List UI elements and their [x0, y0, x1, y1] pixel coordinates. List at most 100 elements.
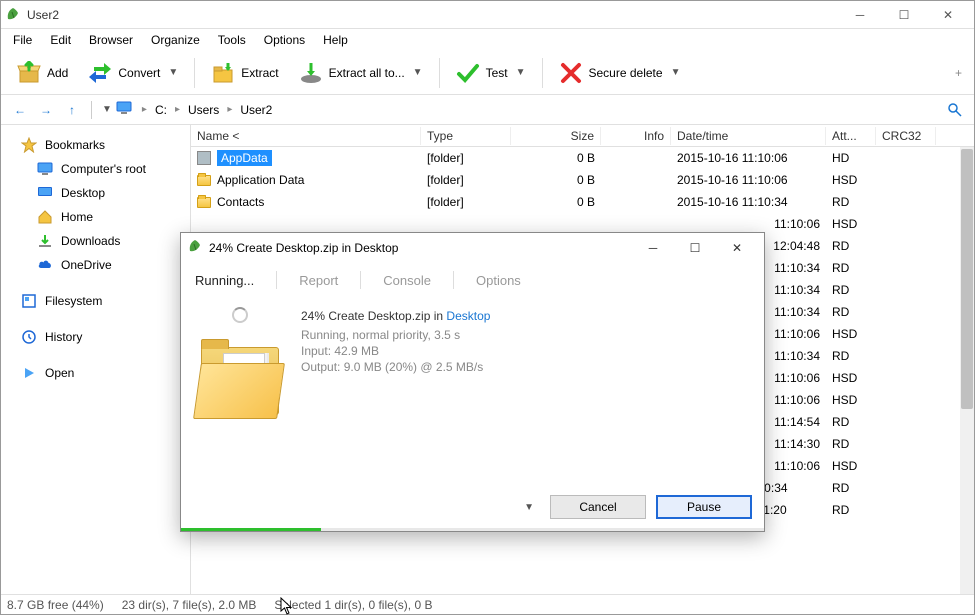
- menu-edit[interactable]: Edit: [42, 31, 79, 49]
- sidebar-filesystem-label: Filesystem: [45, 294, 102, 308]
- sidebar-filesystem[interactable]: Filesystem: [5, 289, 186, 313]
- add-button[interactable]: Add: [9, 57, 76, 89]
- search-icon[interactable]: [944, 99, 966, 121]
- dialog-output-line: Output: 9.0 MB (20%) @ 2.5 MB/s: [301, 360, 750, 374]
- file-att: HSD: [826, 457, 876, 475]
- scrollbar-thumb[interactable]: [961, 149, 973, 409]
- file-info: [601, 200, 671, 204]
- file-type: [folder]: [421, 171, 511, 189]
- convert-button[interactable]: Convert ▼: [80, 57, 186, 89]
- dialog-destination-link[interactable]: Desktop: [446, 309, 490, 323]
- chevron-down-icon[interactable]: ▼: [516, 67, 526, 78]
- file-size: 0 B: [511, 193, 601, 211]
- file-att: RD: [826, 501, 876, 519]
- computer-icon[interactable]: [116, 100, 132, 119]
- menu-file[interactable]: File: [5, 31, 40, 49]
- file-crc: [876, 266, 936, 270]
- breadcrumb-user[interactable]: User2: [236, 101, 276, 119]
- breadcrumb-users[interactable]: Users: [184, 101, 223, 119]
- file-crc: [876, 464, 936, 468]
- breadcrumb[interactable]: ▸ C: ▸ Users ▸ User2: [136, 101, 940, 119]
- menu-browser[interactable]: Browser: [81, 31, 141, 49]
- toolbar: Add Convert ▼ Extract Extract all to... …: [1, 51, 974, 95]
- table-row[interactable]: AppData[folder]0 B2015-10-16 11:10:06HD: [191, 147, 974, 169]
- dialog-tab-console[interactable]: Console: [383, 273, 431, 288]
- forward-button[interactable]: →: [35, 99, 57, 121]
- dialog-title: 24% Create Desktop.zip in Desktop: [209, 241, 398, 255]
- file-att: RD: [826, 193, 876, 211]
- sidebar-onedrive[interactable]: OneDrive: [5, 253, 186, 277]
- box-open-icon: [17, 61, 41, 85]
- file-att: RD: [826, 259, 876, 277]
- window-title: User2: [27, 8, 838, 22]
- col-crc[interactable]: CRC32: [876, 127, 936, 145]
- computer-icon: [37, 161, 53, 177]
- chevron-down-icon[interactable]: ▼: [413, 67, 423, 78]
- col-date[interactable]: Date/time: [671, 127, 826, 145]
- table-row[interactable]: Contacts[folder]0 B2015-10-16 11:10:34RD: [191, 191, 974, 213]
- back-button[interactable]: ←: [9, 99, 31, 121]
- col-name[interactable]: Name <: [191, 127, 421, 145]
- dialog-more-icon[interactable]: ▼: [524, 502, 534, 513]
- file-date: 2015-10-16 11:10:06: [671, 149, 826, 167]
- sidebar-bookmarks[interactable]: Bookmarks: [5, 133, 186, 157]
- file-att: RD: [826, 479, 876, 497]
- breadcrumb-drive[interactable]: C:: [151, 101, 171, 119]
- sidebar-downloads[interactable]: Downloads: [5, 229, 186, 253]
- extract-button[interactable]: Extract: [203, 57, 286, 89]
- extract-all-button[interactable]: Extract all to... ▼: [291, 57, 431, 89]
- dialog-minimize-button[interactable]: ─: [632, 234, 674, 262]
- up-button[interactable]: ↑: [61, 99, 83, 121]
- file-att: RD: [826, 347, 876, 365]
- dialog-maximize-button[interactable]: ☐: [674, 234, 716, 262]
- file-crc: [876, 288, 936, 292]
- appdata-icon: [197, 151, 211, 165]
- col-type[interactable]: Type: [421, 127, 511, 145]
- dialog-close-button[interactable]: ✕: [716, 234, 758, 262]
- sidebar-computers-root[interactable]: Computer's root: [5, 157, 186, 181]
- dialog-tab-options[interactable]: Options: [476, 273, 521, 288]
- titlebar: User2 ─ ☐ ✕: [1, 1, 974, 29]
- file-att: HSD: [826, 325, 876, 343]
- col-info[interactable]: Info: [601, 127, 671, 145]
- add-tool-button[interactable]: +: [951, 62, 966, 84]
- chevron-down-icon[interactable]: ▼: [671, 67, 681, 78]
- dialog-pause-button[interactable]: Pause: [656, 495, 752, 519]
- menu-organize[interactable]: Organize: [143, 31, 208, 49]
- file-crc: [876, 442, 936, 446]
- sidebar-onedrive-label: OneDrive: [61, 258, 112, 272]
- sidebar-computers-root-label: Computer's root: [61, 162, 146, 176]
- menu-options[interactable]: Options: [256, 31, 313, 49]
- file-crc: [876, 332, 936, 336]
- close-button[interactable]: ✕: [926, 1, 970, 29]
- mouse-cursor-icon: [280, 597, 294, 615]
- minimize-button[interactable]: ─: [838, 1, 882, 29]
- app-icon: [5, 7, 21, 23]
- menu-help[interactable]: Help: [315, 31, 356, 49]
- sidebar-desktop[interactable]: Desktop: [5, 181, 186, 205]
- dialog-tab-running[interactable]: Running...: [195, 273, 254, 288]
- table-row[interactable]: Application Data[folder]0 B2015-10-16 11…: [191, 169, 974, 191]
- secure-delete-button[interactable]: Secure delete ▼: [551, 57, 689, 89]
- col-size[interactable]: Size: [511, 127, 601, 145]
- folder-icon: [197, 197, 211, 208]
- maximize-button[interactable]: ☐: [882, 1, 926, 29]
- play-icon: [21, 365, 37, 381]
- dialog-cancel-button[interactable]: Cancel: [550, 495, 646, 519]
- scrollbar-track[interactable]: [960, 147, 974, 594]
- col-att[interactable]: Att...: [826, 127, 876, 145]
- sidebar-home[interactable]: Home: [5, 205, 186, 229]
- x-delete-icon: [559, 61, 583, 85]
- sidebar-home-label: Home: [61, 210, 93, 224]
- file-att: HD: [826, 149, 876, 167]
- extract-all-label: Extract all to...: [329, 66, 405, 80]
- chevron-down-icon[interactable]: ▼: [168, 67, 178, 78]
- file-crc: [876, 508, 936, 512]
- test-button[interactable]: Test ▼: [448, 57, 534, 89]
- file-att: RD: [826, 303, 876, 321]
- history-dropdown-icon[interactable]: ▼: [102, 104, 112, 115]
- sidebar-history[interactable]: History: [5, 325, 186, 349]
- sidebar-open[interactable]: Open: [5, 361, 186, 385]
- menu-tools[interactable]: Tools: [210, 31, 254, 49]
- dialog-tab-report[interactable]: Report: [299, 273, 338, 288]
